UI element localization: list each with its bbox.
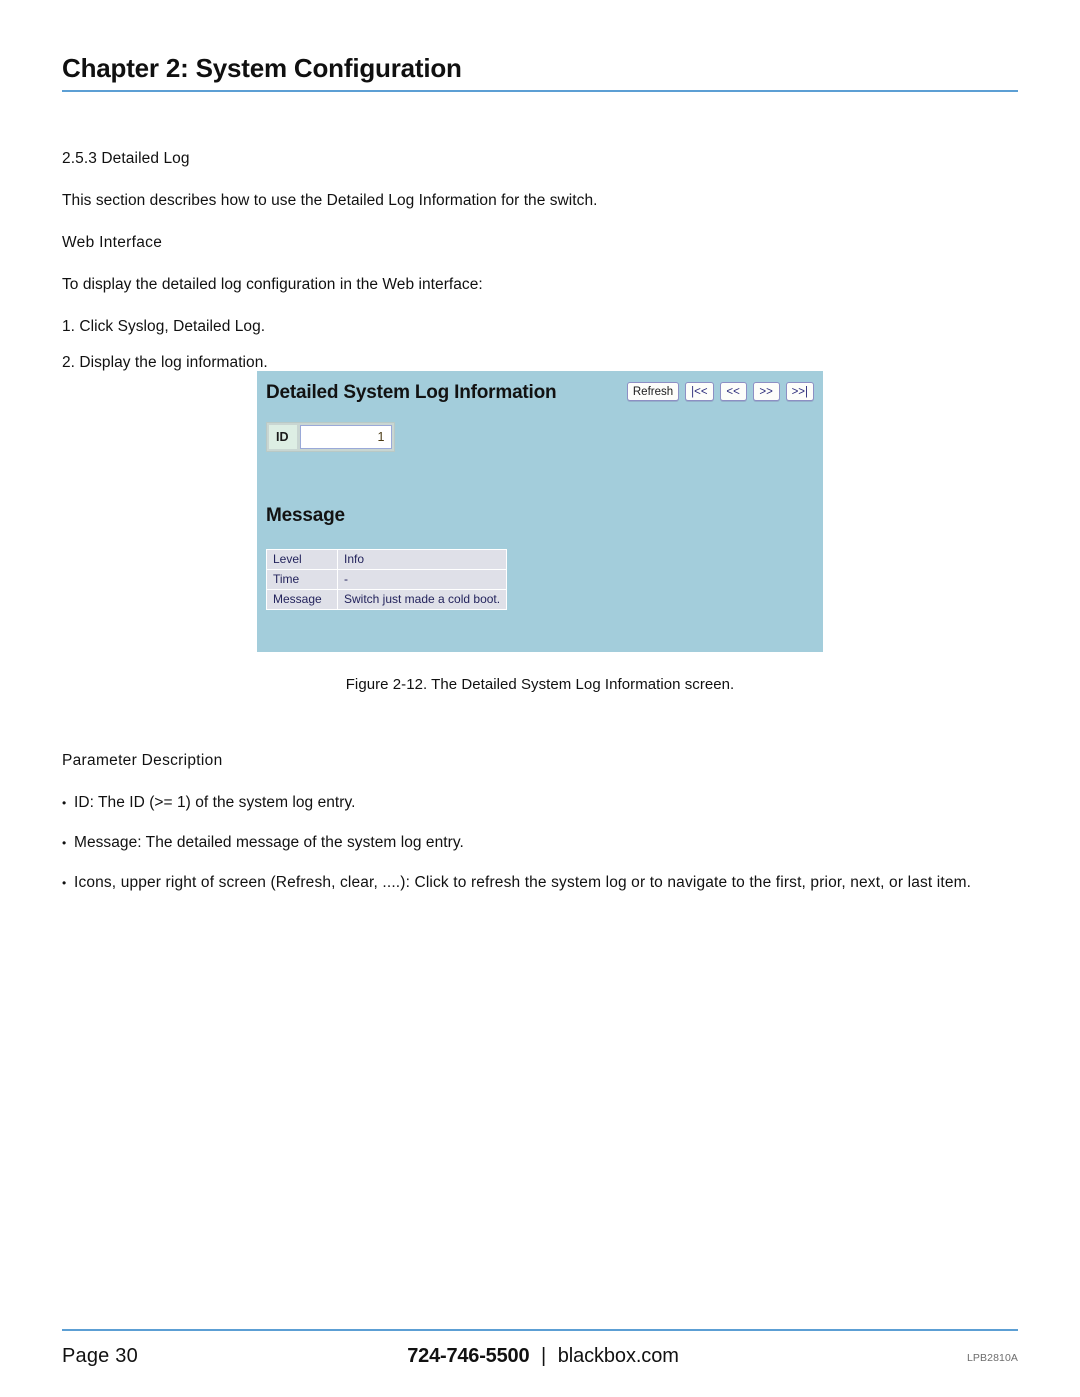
log-detail-table: Level Info Time - Message Switch just ma… — [266, 549, 508, 610]
footer-separator: | — [540, 1345, 547, 1367]
chapter-title: Chapter 2: System Configuration — [62, 53, 462, 83]
table-cell-value: Info — [336, 549, 508, 570]
parameter-description-section: Parameter Description ID: The ID (>= 1) … — [62, 750, 1018, 912]
panel-title: Detailed System Log Information — [266, 382, 557, 403]
section-heading: 2.5.3 Detailed Log — [62, 150, 190, 167]
table-cell-value: Switch just made a cold boot. — [336, 589, 508, 610]
table-row: Message Switch just made a cold boot. — [266, 589, 508, 610]
table-cell-key: Message — [266, 589, 338, 610]
web-interface-heading: Web Interface — [62, 234, 163, 251]
id-field-row: ID 1 — [266, 422, 395, 452]
page-header: Chapter 2: System Configuration — [62, 52, 1018, 92]
document-body: 2.5.3 Detailed Log This section describe… — [62, 148, 1018, 388]
refresh-button[interactable]: Refresh — [626, 382, 680, 401]
table-row: Time - — [266, 569, 508, 590]
footer-phone: 724-746-5500 — [407, 1345, 530, 1367]
detailed-system-log-panel: Detailed System Log Information Refresh … — [257, 371, 823, 652]
section-intro-paragraph: This section describes how to use the De… — [62, 192, 598, 209]
first-page-icon[interactable]: |<< — [685, 382, 714, 401]
page-footer: Page 30 724-746-5500 | blackbox.com LPB2… — [62, 1341, 1018, 1381]
list-item: Message: The detailed message of the sys… — [62, 832, 1018, 854]
id-field-label: ID — [269, 425, 297, 449]
header-divider — [62, 90, 1018, 92]
panel-toolbar: Refresh |<< << >> >>| — [626, 382, 814, 401]
table-cell-key: Time — [266, 569, 338, 590]
web-interface-intro: To display the detailed log configuratio… — [62, 276, 483, 293]
previous-page-icon[interactable]: << — [719, 382, 747, 401]
next-page-icon[interactable]: >> — [752, 382, 780, 401]
table-cell-key: Level — [266, 549, 338, 570]
figure-caption: Figure 2-12. The Detailed System Log Inf… — [345, 676, 735, 693]
table-cell-value: - — [336, 569, 508, 590]
id-input[interactable]: 1 — [299, 425, 392, 449]
step-item: 1. Click Syslog, Detailed Log. — [62, 318, 266, 335]
footer-contact: 724-746-5500 | blackbox.com — [62, 1345, 1018, 1368]
last-page-icon[interactable]: >>| — [785, 382, 814, 401]
footer-website: blackbox.com — [557, 1345, 679, 1367]
figure-screenshot: Detailed System Log Information Refresh … — [257, 371, 823, 652]
parameter-description-heading: Parameter Description — [62, 752, 223, 769]
footer-divider — [62, 1329, 1018, 1331]
product-code: LPB2810A — [966, 1352, 1018, 1364]
message-section-heading: Message — [266, 505, 345, 526]
list-item: Icons, upper right of screen (Refresh, c… — [62, 872, 1018, 894]
table-row: Level Info — [266, 549, 508, 570]
list-item: ID: The ID (>= 1) of the system log entr… — [62, 792, 1018, 814]
